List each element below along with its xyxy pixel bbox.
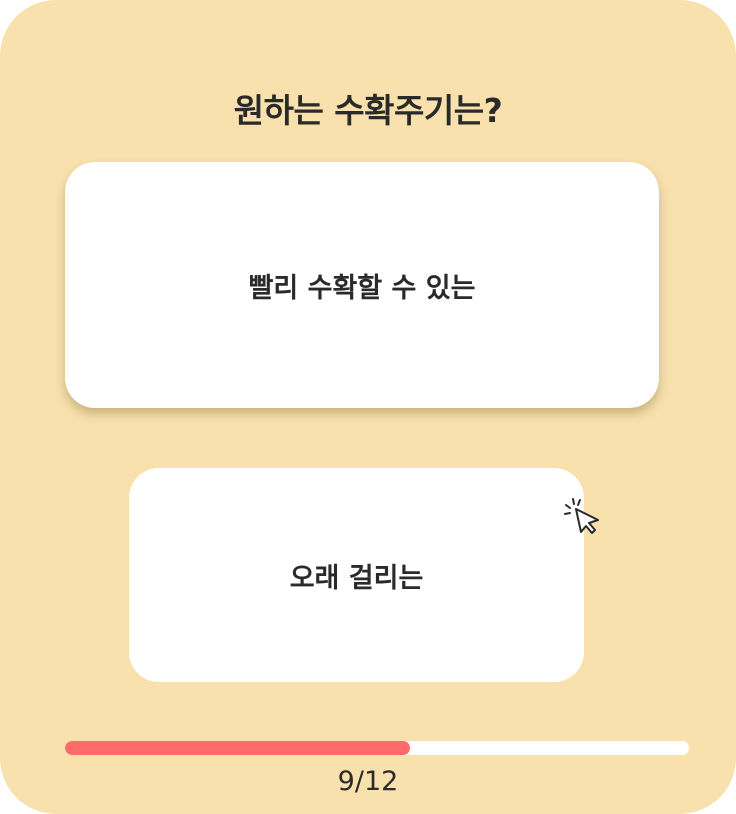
option-label: 오래 걸리는 bbox=[289, 562, 424, 594]
click-pointer-icon bbox=[564, 498, 599, 534]
progress-bar bbox=[65, 741, 689, 755]
progress-fill bbox=[65, 741, 411, 755]
progress-label: 9/12 bbox=[337, 766, 399, 797]
quiz-card: 원하는 수확주기는? 빨리 수확할 수 있는 오래 걸리는 9/12 bbox=[0, 0, 736, 814]
option-label: 빨리 수확할 수 있는 bbox=[248, 272, 476, 304]
option-fast-harvest-button[interactable]: 빨리 수확할 수 있는 bbox=[65, 162, 659, 408]
question-title: 원하는 수확주기는? bbox=[233, 91, 503, 130]
option-slow-harvest-button[interactable]: 오래 걸리는 bbox=[129, 468, 584, 682]
